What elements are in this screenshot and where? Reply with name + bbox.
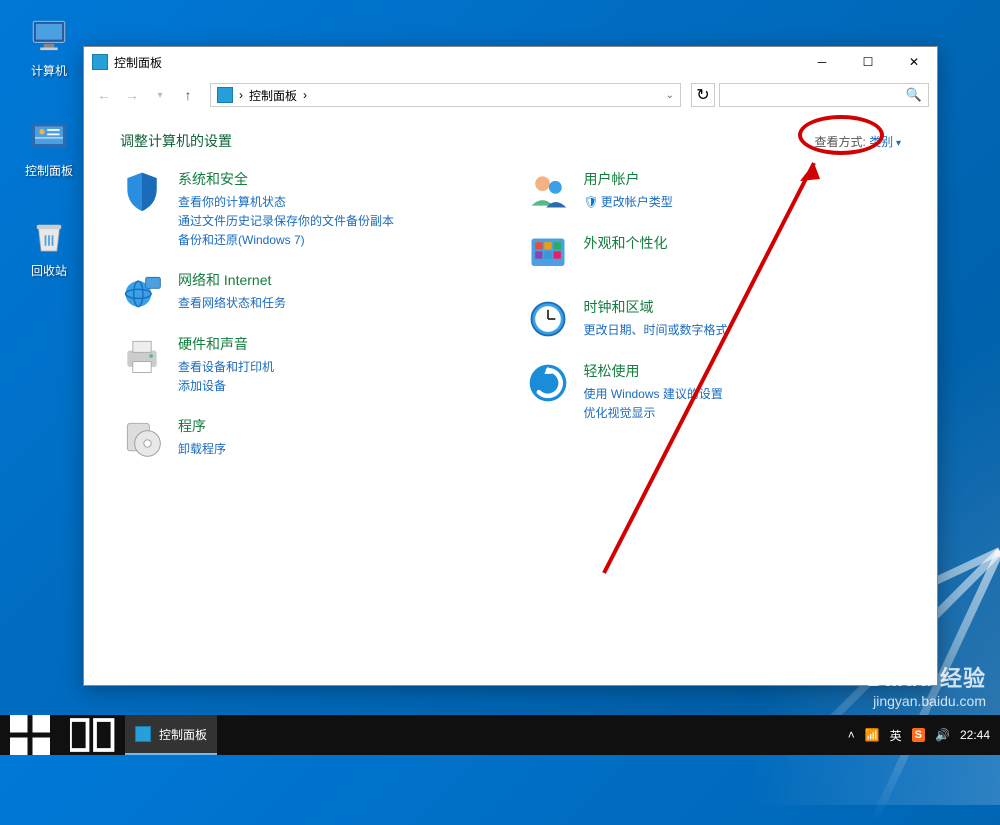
control-panel-window: 控制面板 ─ ☐ ✕ ← → ▾ ↑ › 控制面板 › ⌄ ↻ 🔍 调整计算机的…: [83, 46, 938, 686]
content-area: 调整计算机的设置 查看方式: 类别 系统和安全 查看你的计算机状态 通过文件历史…: [84, 113, 937, 685]
desktop-icon-computer[interactable]: 计算机: [14, 16, 84, 79]
category-title[interactable]: 网络和 Internet: [178, 270, 286, 290]
recent-dropdown[interactable]: ▾: [148, 83, 172, 107]
globe-icon: [120, 270, 164, 314]
taskbar-app-label: 控制面板: [159, 726, 207, 743]
navigation-bar: ← → ▾ ↑ › 控制面板 › ⌄ ↻ 🔍: [84, 77, 937, 113]
back-button[interactable]: ←: [92, 83, 116, 107]
taskbar-app-control-panel[interactable]: 控制面板: [125, 715, 217, 755]
category-link[interactable]: 查看设备和打印机: [178, 358, 274, 375]
breadcrumb-sep: ›: [303, 88, 307, 102]
palette-icon: [526, 233, 570, 277]
ime-sogou-icon[interactable]: S: [912, 728, 925, 742]
category-link[interactable]: 卸载程序: [178, 440, 226, 457]
uac-shield-icon: 🛡: [584, 195, 599, 209]
category-ease-of-access: 轻松使用 使用 Windows 建议的设置 优化视觉显示: [526, 361, 902, 423]
page-title: 调整计算机的设置: [120, 131, 232, 151]
control-panel-mini-icon: [217, 87, 233, 103]
category-title[interactable]: 系统和安全: [178, 169, 394, 189]
taskbar: 控制面板 ˄ 📶 英 S 🔊 22:44: [0, 715, 1000, 755]
desktop-icon-label: 计算机: [14, 62, 84, 79]
category-link[interactable]: 优化视觉显示: [584, 404, 723, 421]
window-title: 控制面板: [114, 54, 799, 71]
address-bar[interactable]: › 控制面板 › ⌄: [210, 83, 681, 107]
category-hardware: 硬件和声音 查看设备和打印机 添加设备: [120, 334, 496, 396]
start-button[interactable]: [0, 715, 60, 755]
task-view-button[interactable]: [60, 715, 125, 755]
view-by-dropdown[interactable]: 类别: [869, 135, 901, 149]
category-title[interactable]: 程序: [178, 416, 226, 436]
tray-volume-icon[interactable]: 🔊: [935, 728, 950, 742]
view-by-selector: 查看方式: 类别: [814, 133, 901, 150]
titlebar[interactable]: 控制面板 ─ ☐ ✕: [84, 47, 937, 77]
address-dropdown-icon[interactable]: ⌄: [666, 90, 674, 101]
taskbar-clock[interactable]: 22:44: [960, 728, 990, 742]
category-title[interactable]: 时钟和区域: [584, 297, 728, 317]
breadcrumb-sep: ›: [239, 88, 243, 102]
category-link[interactable]: 添加设备: [178, 377, 274, 394]
maximize-button[interactable]: ☐: [845, 47, 891, 77]
desktop-icon-control-panel[interactable]: 控制面板: [14, 116, 84, 179]
category-link[interactable]: 🛡更改帐户类型: [584, 193, 673, 210]
system-tray: ˄ 📶 英 S 🔊 22:44: [848, 727, 1000, 744]
forward-button[interactable]: →: [120, 83, 144, 107]
category-link[interactable]: 通过文件历史记录保存你的文件备份副本: [178, 212, 394, 229]
category-link[interactable]: 使用 Windows 建议的设置: [584, 385, 723, 402]
category-network: 网络和 Internet 查看网络状态和任务: [120, 270, 496, 314]
search-bar[interactable]: 🔍: [719, 83, 929, 107]
tray-network-icon[interactable]: 📶: [865, 728, 880, 742]
category-link[interactable]: 备份和还原(Windows 7): [178, 231, 394, 248]
shield-icon: [120, 169, 164, 213]
desktop-icon-label: 回收站: [14, 262, 84, 279]
minimize-button[interactable]: ─: [799, 47, 845, 77]
monitor-icon: [28, 16, 70, 58]
up-button[interactable]: ↑: [176, 83, 200, 107]
view-by-label: 查看方式:: [814, 135, 865, 149]
app-icon: [92, 54, 108, 70]
people-icon: [526, 169, 570, 213]
category-title[interactable]: 硬件和声音: [178, 334, 274, 354]
category-title[interactable]: 外观和个性化: [584, 233, 668, 253]
ime-language-indicator[interactable]: 英: [890, 727, 902, 744]
desktop-icon-label: 控制面板: [14, 162, 84, 179]
category-link[interactable]: 查看网络状态和任务: [178, 294, 286, 311]
printer-icon: [120, 334, 164, 378]
clock-icon: [526, 297, 570, 341]
search-icon[interactable]: 🔍: [906, 87, 922, 103]
category-appearance: 外观和个性化: [526, 233, 902, 277]
recycle-bin-icon: [28, 216, 70, 258]
category-clock-region: 时钟和区域 更改日期、时间或数字格式: [526, 297, 902, 341]
desktop-icon-recycle-bin[interactable]: 回收站: [14, 216, 84, 279]
category-title[interactable]: 用户帐户: [584, 169, 673, 189]
breadcrumb-item[interactable]: 控制面板: [249, 87, 297, 104]
control-panel-icon: [28, 116, 70, 158]
disc-icon: [120, 416, 164, 460]
tray-chevron-icon[interactable]: ˄: [848, 728, 855, 742]
category-system-security: 系统和安全 查看你的计算机状态 通过文件历史记录保存你的文件备份副本 备份和还原…: [120, 169, 496, 250]
refresh-button[interactable]: ↻: [691, 83, 715, 107]
category-user-accounts: 用户帐户 🛡更改帐户类型: [526, 169, 902, 213]
search-input[interactable]: [726, 88, 906, 102]
close-button[interactable]: ✕: [891, 47, 937, 77]
category-title[interactable]: 轻松使用: [584, 361, 723, 381]
category-link[interactable]: 更改日期、时间或数字格式: [584, 321, 728, 338]
category-programs: 程序 卸载程序: [120, 416, 496, 460]
ease-of-access-icon: [526, 361, 570, 405]
category-link[interactable]: 查看你的计算机状态: [178, 193, 394, 210]
control-panel-mini-icon: [135, 726, 151, 742]
